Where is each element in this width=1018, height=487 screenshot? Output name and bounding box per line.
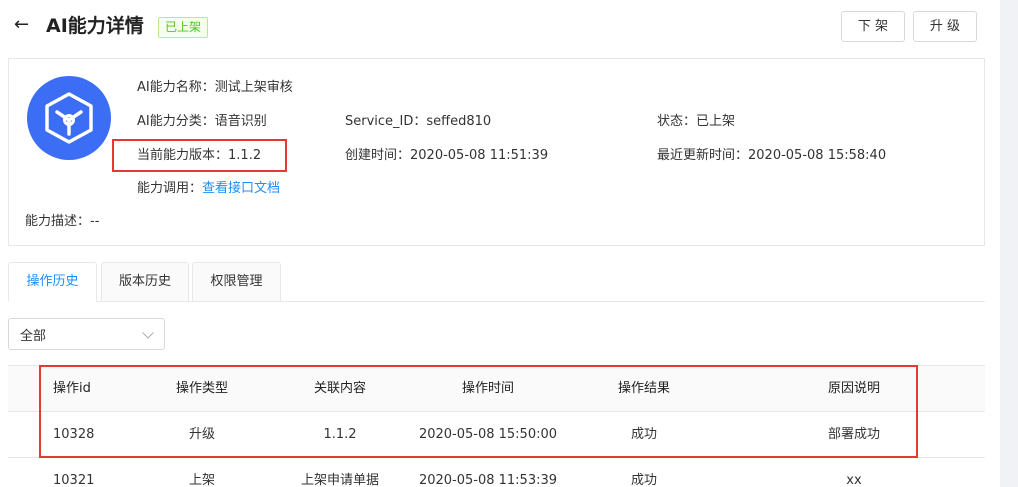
service-id-label: Service_ID： — [345, 114, 427, 129]
capability-description: 能力描述：-- — [25, 213, 99, 231]
created-value: 2020-05-08 11:51:39 — [410, 148, 549, 163]
chevron-down-icon — [142, 327, 154, 339]
row-id: 10321 — [53, 473, 95, 487]
upgrade-button[interactable]: 升 级 — [913, 11, 977, 42]
filter-select-value: 全部 — [20, 329, 47, 344]
status-value: 已上架 — [696, 114, 736, 129]
category-value: 语音识别 — [214, 114, 267, 129]
created-label: 创建时间： — [345, 148, 411, 163]
name-value: 测试上架审核 — [214, 80, 293, 95]
page-title: AI能力详情 — [46, 15, 144, 37]
row-result: 成功 — [630, 473, 657, 487]
desc-label: 能力描述： — [25, 214, 91, 229]
tab-permission-management[interactable]: 权限管理 — [192, 262, 281, 302]
table-row: 10321 上架 上架申请单据 2020-05-08 11:53:39 成功 x… — [8, 458, 985, 487]
service-id: Service_ID：seffed810 — [345, 113, 491, 131]
category-label: AI能力分类： — [137, 114, 215, 129]
version-highlight-box — [112, 139, 287, 172]
updated-label: 最近更新时间： — [657, 148, 749, 163]
status-badge: 已上架 — [158, 17, 209, 38]
invoke-label: 能力调用： — [137, 181, 203, 196]
capability-category: AI能力分类：语音识别 — [137, 113, 267, 131]
capability-invoke: 能力调用：查看接口文档 — [137, 180, 280, 198]
status-field: 状态：已上架 — [657, 113, 735, 131]
updated-time: 最近更新时间：2020-05-08 15:58:40 — [657, 147, 886, 165]
tab-operation-history[interactable]: 操作历史 — [8, 262, 97, 302]
main-panel: ← AI能力详情 已上架 下 架 升 级 AI能力名称：测试上架审核 AI能力分… — [0, 0, 1000, 487]
filter-select[interactable]: 全部 — [8, 318, 165, 350]
row-reason: xx — [846, 473, 862, 487]
tab-version-history[interactable]: 版本历史 — [101, 262, 189, 302]
back-arrow-icon[interactable]: ← — [14, 14, 34, 36]
row-related-link[interactable]: 上架申请单据 — [280, 458, 400, 487]
table-highlight-box — [39, 365, 918, 458]
off-shelf-button[interactable]: 下 架 — [841, 11, 905, 42]
row-type: 上架 — [188, 473, 215, 487]
created-time: 创建时间：2020-05-08 11:51:39 — [345, 147, 548, 165]
row-time: 2020-05-08 11:53:39 — [418, 473, 558, 487]
name-label: AI能力名称： — [137, 80, 215, 95]
desc-value: -- — [90, 214, 100, 229]
status-label: 状态： — [657, 114, 697, 129]
service-id-value: seffed810 — [426, 114, 492, 129]
tab-bar: 操作历史 版本历史 权限管理 — [8, 262, 985, 302]
capability-name: AI能力名称：测试上架审核 — [137, 79, 293, 97]
updated-value: 2020-05-08 15:58:40 — [748, 148, 887, 163]
page-header: ← AI能力详情 已上架 下 架 升 级 — [0, 0, 1000, 56]
ai-capability-logo-icon — [27, 76, 111, 160]
scrollbar-track[interactable] — [1000, 0, 1018, 487]
api-doc-link[interactable]: 查看接口文档 — [202, 181, 280, 196]
